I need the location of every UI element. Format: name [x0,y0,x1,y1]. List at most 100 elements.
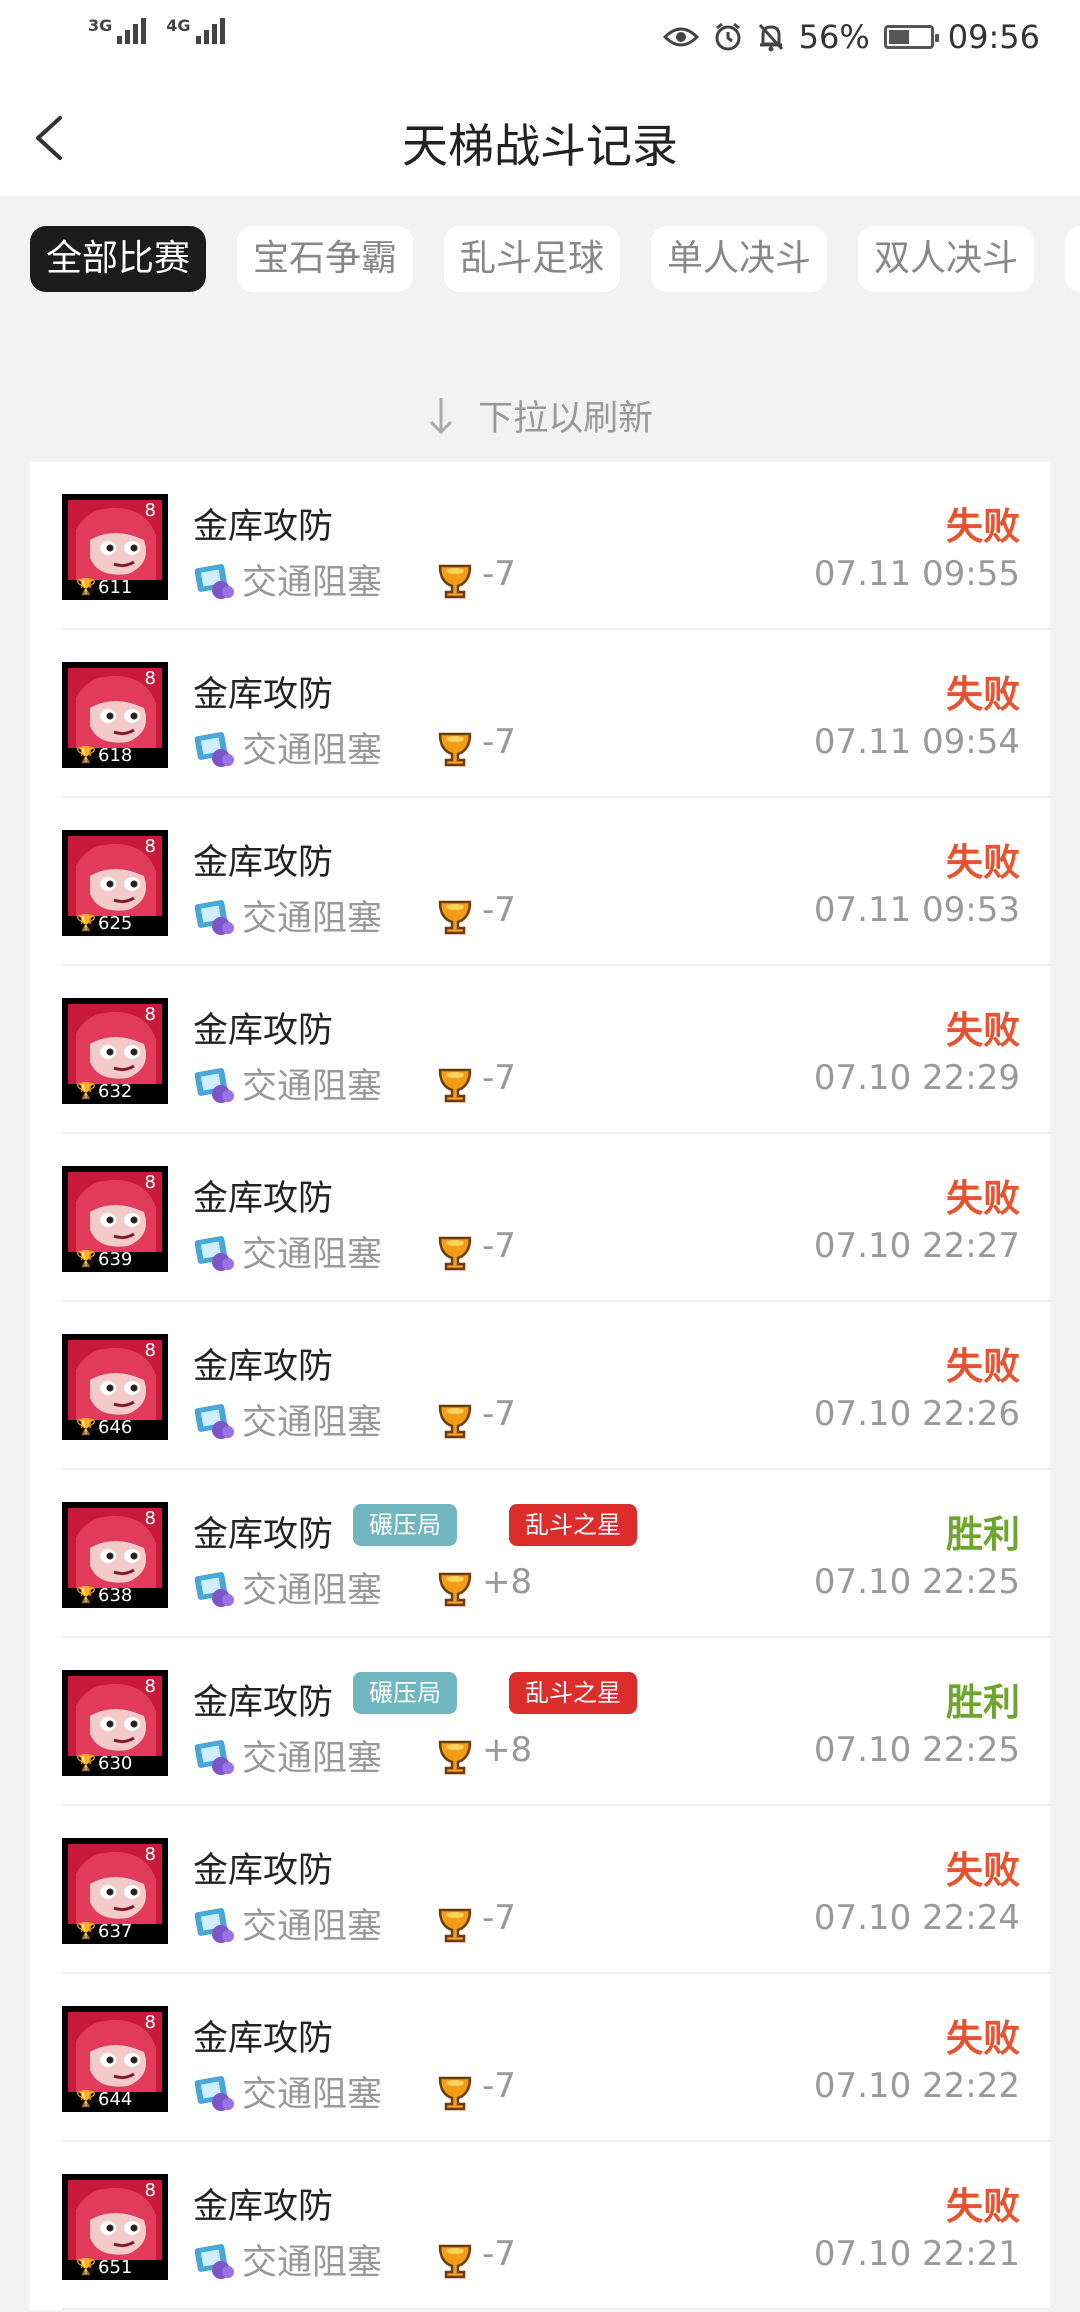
map-icon [194,1908,234,1943]
map-icon [194,2244,234,2279]
battle-record-row[interactable]: 8 🏆 644 金库攻防 交通阻塞 -7 失败 07.10 22:22 [30,1974,1050,2142]
battle-record-row[interactable]: 8 🏆 632 金库攻防 交通阻塞 -7 失败 07.10 22:29 [30,966,1050,1134]
game-mode: 金库攻防 [193,1179,334,1219]
brawler-avatar: 8 🏆 639 [62,1166,168,1272]
trophy-small-icon: 🏆 [76,913,96,932]
match-time: 07.10 22:22 [813,2066,1020,2106]
game-mode: 金库攻防 [193,1347,334,1387]
map-icon [194,1236,234,1271]
power-level: 8 [144,500,156,521]
power-level: 8 [144,1508,156,1529]
battle-record-row[interactable]: 8 🏆 618 金库攻防 交通阻塞 -7 失败 07.11 09:54 [30,630,1050,798]
brawler-avatar: 8 🏆 632 [62,998,168,1104]
map-name: 交通阻塞 [242,1739,383,1779]
trophy-change: -7 [482,2066,516,2106]
game-mode: 金库攻防 [193,1683,334,1723]
game-mode: 金库攻防 [193,843,334,883]
brawler-avatar: 8 🏆 651 [62,2174,168,2280]
match-result: 失败 [946,1177,1020,1220]
trophy-small-icon: 🏆 [76,1249,96,1268]
game-mode: 金库攻防 [193,1851,334,1891]
filter-chip-solo-showdown[interactable]: 单人决斗 [651,226,827,292]
match-time: 07.10 22:25 [813,1730,1020,1770]
trophy-change: +8 [482,1562,533,1602]
signal-3g-icon: 3G [88,16,147,44]
match-result: 失败 [946,2185,1020,2228]
tag-star-player: 乱斗之星 [509,1504,637,1546]
brawler-avatar: 8 🏆 638 [62,1502,168,1608]
map-name: 交通阻塞 [242,1571,383,1611]
trophy-icon [438,1572,472,1607]
game-mode: 金库攻防 [193,2019,334,2059]
page-title: 天梯战斗记录 [402,119,678,173]
match-result: 失败 [946,1345,1020,1388]
battle-record-row[interactable]: 8 🏆 638 金库攻防 碾压局 乱斗之星 交通阻塞 +8 胜利 07.10 2… [30,1470,1050,1638]
map-icon [194,1068,234,1103]
filter-tabs: 全部比赛 宝石争霸 乱斗足球 单人决斗 双人决斗 [0,196,1080,326]
match-result: 失败 [946,1009,1020,1052]
map-icon [194,1572,234,1607]
net-type-label: 4G [166,16,191,35]
net-type-label: 3G [88,16,113,35]
battle-record-row[interactable]: 8 🏆 639 金库攻防 交通阻塞 -7 失败 07.10 22:27 [30,1134,1050,1302]
brawler-trophies: 632 [98,1081,133,1102]
battle-record-row[interactable]: 8 🏆 651 金库攻防 交通阻塞 -7 失败 07.10 22:21 [30,2142,1050,2310]
trophy-icon [438,1740,472,1775]
trophy-small-icon: 🏆 [76,1585,96,1604]
tag-crush: 碾压局 [353,1504,457,1546]
battle-record-row[interactable]: 8 🏆 625 金库攻防 交通阻塞 -7 失败 07.11 09:53 [30,798,1050,966]
map-name: 交通阻塞 [242,563,383,603]
brawler-trophies: 651 [98,2257,133,2278]
row-divider [62,2308,1050,2310]
match-time: 07.11 09:54 [813,722,1020,762]
trophy-icon [438,1908,472,1943]
trophy-change: -7 [482,890,516,930]
game-mode: 金库攻防 [193,675,334,715]
brawler-avatar: 8 🏆 644 [62,2006,168,2112]
battle-record-row[interactable]: 8 🏆 611 金库攻防 交通阻塞 -7 失败 07.11 09:55 [30,462,1050,630]
battle-record-row[interactable]: 8 🏆 630 金库攻防 碾压局 乱斗之星 交通阻塞 +8 胜利 07.10 2… [30,1638,1050,1806]
filter-chip-brawl-ball[interactable]: 乱斗足球 [444,226,620,292]
brawler-avatar: 8 🏆 625 [62,830,168,936]
power-level: 8 [144,1004,156,1025]
brawler-avatar: 8 🏆 611 [62,494,168,600]
trophy-change: -7 [482,1058,516,1098]
power-level: 8 [144,1172,156,1193]
match-time: 07.10 22:29 [813,1058,1020,1098]
map-name: 交通阻塞 [242,2075,383,2115]
match-result: 失败 [946,505,1020,548]
tag-crush: 碾压局 [353,1672,457,1714]
battle-record-row[interactable]: 8 🏆 646 金库攻防 交通阻塞 -7 失败 07.10 22:26 [30,1302,1050,1470]
match-time: 07.10 22:21 [813,2234,1020,2274]
arrow-down-icon [427,394,455,447]
clock: 09:56 [947,18,1040,56]
trophy-icon [438,2076,472,2111]
brawler-trophies: 630 [98,1753,133,1774]
brawler-avatar: 8 🏆 630 [62,1670,168,1776]
trophy-small-icon: 🏆 [76,577,96,596]
map-icon [194,1404,234,1439]
pull-hint-text: 下拉以刷新 [478,399,654,439]
trophy-change: +8 [482,1730,533,1770]
trophy-icon [438,564,472,599]
trophy-icon [438,1404,472,1439]
match-result: 失败 [946,841,1020,884]
filter-chip-duo-showdown[interactable]: 双人决斗 [858,226,1034,292]
filter-chip-gem-grab[interactable]: 宝石争霸 [237,226,413,292]
power-level: 8 [144,1676,156,1697]
trophy-change: -7 [482,1226,516,1266]
filter-chip-more[interactable] [1065,226,1080,292]
power-level: 8 [144,668,156,689]
battle-record-list: 8 🏆 611 金库攻防 交通阻塞 -7 失败 07.11 09:55 8 🏆 … [30,462,1050,2310]
battle-record-row[interactable]: 8 🏆 637 金库攻防 交通阻塞 -7 失败 07.10 22:24 [30,1806,1050,1974]
battery-percent: 56% [798,18,870,56]
trophy-small-icon: 🏆 [76,1753,96,1772]
trophy-small-icon: 🏆 [76,1081,96,1100]
signal-4g-icon: 4G [166,16,225,44]
brawler-trophies: 638 [98,1585,133,1606]
trophy-small-icon: 🏆 [76,2257,96,2276]
filter-chip-all[interactable]: 全部比赛 [30,226,206,292]
brawler-trophies: 625 [98,913,133,934]
app-header: 天梯战斗记录 [0,80,1080,196]
brawler-trophies: 611 [98,577,133,598]
